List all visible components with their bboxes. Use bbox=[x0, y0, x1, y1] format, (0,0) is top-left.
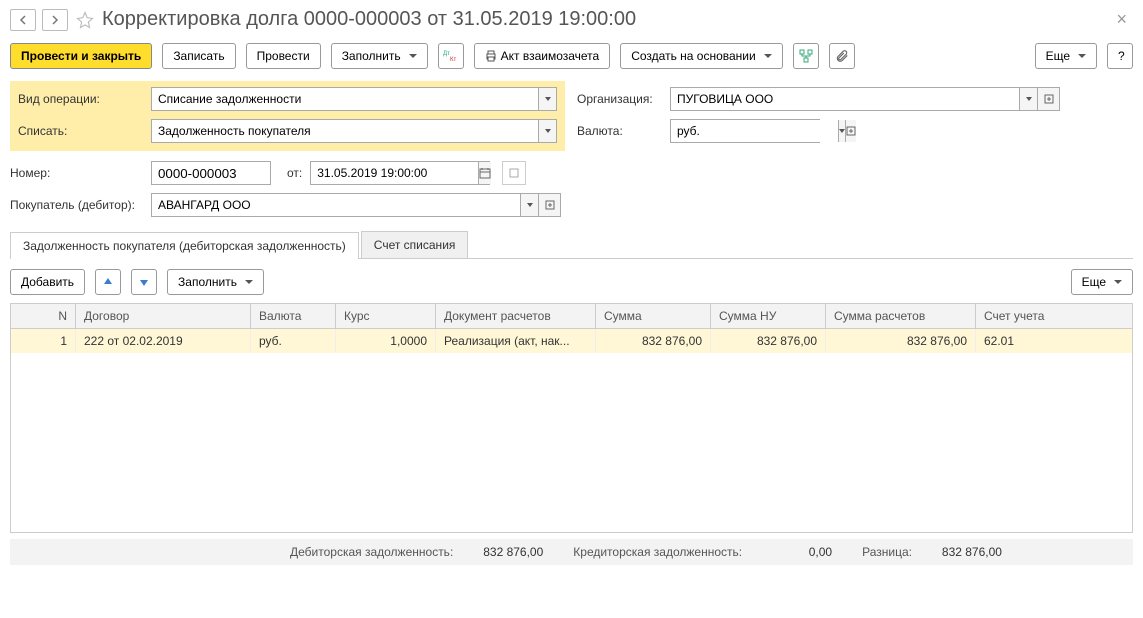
cell-sumr[interactable]: 832 876,00 bbox=[826, 329, 976, 353]
buyer-open-button[interactable] bbox=[538, 194, 560, 216]
attachment-button[interactable] bbox=[829, 43, 855, 69]
debt-table: N Договор Валюта Курс Документ расчетов … bbox=[10, 303, 1133, 533]
cell-currency[interactable]: руб. bbox=[251, 329, 336, 353]
svg-text:Дт: Дт bbox=[443, 51, 450, 57]
date-extra-icon[interactable] bbox=[502, 161, 526, 185]
svg-text:Кт: Кт bbox=[450, 57, 456, 63]
cell-doc[interactable]: Реализация (акт, нак... bbox=[436, 329, 596, 353]
deb-total-label: Дебиторская задолженность: bbox=[290, 545, 453, 559]
op-type-label: Вид операции: bbox=[18, 92, 143, 106]
cred-total-label: Кредиторская задолженность: bbox=[573, 545, 742, 559]
th-rate[interactable]: Курс bbox=[336, 304, 436, 328]
move-down-button[interactable] bbox=[131, 269, 157, 295]
table-more-button[interactable]: Еще bbox=[1071, 269, 1133, 295]
nav-forward-button[interactable] bbox=[42, 9, 68, 31]
diff-total-value: 832 876,00 bbox=[922, 545, 1002, 559]
diff-total-label: Разница: bbox=[862, 545, 912, 559]
currency-input[interactable] bbox=[671, 120, 838, 142]
op-type-dropdown[interactable] bbox=[538, 88, 556, 110]
number-label: Номер: bbox=[10, 166, 143, 180]
cell-sum[interactable]: 832 876,00 bbox=[596, 329, 711, 353]
add-row-button[interactable]: Добавить bbox=[10, 269, 85, 295]
th-doc[interactable]: Документ расчетов bbox=[436, 304, 596, 328]
page-title: Корректировка долга 0000-000003 от 31.05… bbox=[102, 8, 1104, 31]
table-row[interactable]: 1 222 от 02.02.2019 руб. 1,0000 Реализац… bbox=[11, 329, 1132, 353]
org-input[interactable] bbox=[671, 88, 1019, 110]
create-based-button[interactable]: Создать на основании bbox=[620, 43, 783, 69]
buyer-label: Покупатель (дебитор): bbox=[10, 198, 143, 212]
th-sum[interactable]: Сумма bbox=[596, 304, 711, 328]
printer-icon bbox=[485, 50, 497, 62]
th-sumr[interactable]: Сумма расчетов bbox=[826, 304, 976, 328]
cell-acct[interactable]: 62.01 bbox=[976, 329, 1096, 353]
favorite-star-icon[interactable] bbox=[74, 9, 96, 31]
offset-act-button[interactable]: Акт взаимозачета bbox=[474, 43, 611, 69]
post-button[interactable]: Провести bbox=[246, 43, 321, 69]
number-input[interactable] bbox=[151, 161, 271, 185]
cell-rate[interactable]: 1,0000 bbox=[336, 329, 436, 353]
th-acct[interactable]: Счет учета bbox=[976, 304, 1096, 328]
th-contract[interactable]: Договор bbox=[76, 304, 251, 328]
deb-total-value: 832 876,00 bbox=[463, 545, 543, 559]
structure-button[interactable] bbox=[793, 43, 819, 69]
close-icon[interactable]: × bbox=[1110, 9, 1133, 30]
th-sumnu[interactable]: Сумма НУ bbox=[711, 304, 826, 328]
post-and-close-button[interactable]: Провести и закрыть bbox=[10, 43, 152, 69]
org-label: Организация: bbox=[577, 92, 662, 106]
tab-writeoff-account[interactable]: Счет списания bbox=[361, 231, 469, 258]
offset-act-label: Акт взаимозачета bbox=[501, 49, 600, 63]
write-off-dropdown[interactable] bbox=[538, 120, 556, 142]
buyer-dropdown[interactable] bbox=[520, 194, 538, 216]
cell-n[interactable]: 1 bbox=[11, 329, 76, 353]
op-type-input[interactable] bbox=[152, 88, 538, 110]
cell-contract[interactable]: 222 от 02.02.2019 bbox=[76, 329, 251, 353]
fill-button[interactable]: Заполнить bbox=[331, 43, 428, 69]
more-button[interactable]: Еще bbox=[1035, 43, 1097, 69]
buyer-input[interactable] bbox=[152, 194, 520, 216]
th-n[interactable]: N bbox=[11, 304, 76, 328]
write-off-label: Списать: bbox=[18, 124, 143, 138]
date-input[interactable] bbox=[311, 162, 478, 184]
write-off-input[interactable] bbox=[152, 120, 538, 142]
help-button[interactable]: ? bbox=[1107, 43, 1133, 69]
date-from-label: от: bbox=[287, 166, 302, 180]
move-up-button[interactable] bbox=[95, 269, 121, 295]
th-currency[interactable]: Валюта bbox=[251, 304, 336, 328]
org-dropdown[interactable] bbox=[1019, 88, 1037, 110]
calendar-button[interactable] bbox=[478, 162, 491, 184]
currency-dropdown[interactable] bbox=[838, 120, 845, 142]
cell-sumnu[interactable]: 832 876,00 bbox=[711, 329, 826, 353]
org-open-button[interactable] bbox=[1037, 88, 1059, 110]
tab-debt[interactable]: Задолженность покупателя (дебиторская за… bbox=[10, 232, 359, 259]
save-button[interactable]: Записать bbox=[162, 43, 235, 69]
dt-kt-button[interactable]: ДтКт bbox=[438, 43, 464, 69]
nav-back-button[interactable] bbox=[10, 9, 36, 31]
cred-total-value: 0,00 bbox=[752, 545, 832, 559]
currency-open-button[interactable] bbox=[845, 120, 856, 142]
table-fill-button[interactable]: Заполнить bbox=[167, 269, 264, 295]
currency-label: Валюта: bbox=[577, 124, 662, 138]
